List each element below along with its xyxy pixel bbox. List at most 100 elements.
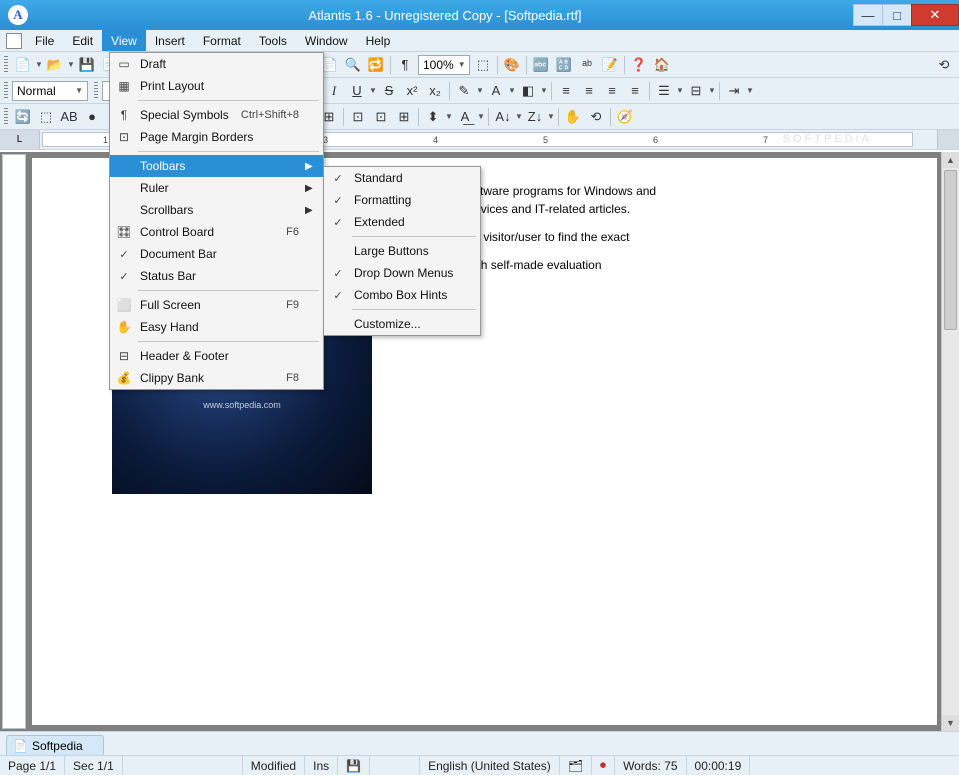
menu-file[interactable]: File bbox=[26, 30, 63, 51]
toolbar-button[interactable]: ⊡ bbox=[370, 106, 392, 128]
menu-window[interactable]: Window bbox=[296, 30, 357, 51]
toolbar-button[interactable]: 📄 bbox=[12, 54, 34, 76]
toolbar-button[interactable]: A bbox=[485, 80, 507, 102]
menu-item-full-screen[interactable]: ⬜Full ScreenF9 bbox=[110, 294, 323, 316]
toolbar-button[interactable]: ⇥ bbox=[723, 80, 745, 102]
toolbar-button[interactable]: 🔍 bbox=[342, 54, 364, 76]
dropdown-arrow-icon[interactable]: ▼ bbox=[708, 86, 716, 95]
toolbar-button[interactable]: ≡ bbox=[578, 80, 600, 102]
menu-edit[interactable]: Edit bbox=[63, 30, 102, 51]
menu-item-scrollbars[interactable]: Scrollbars▶ bbox=[110, 199, 323, 221]
toolbar-button[interactable]: ≡ bbox=[601, 80, 623, 102]
toolbar-button[interactable]: 📝 bbox=[599, 54, 621, 76]
underline-button[interactable]: U bbox=[346, 80, 368, 102]
toolbar-button[interactable]: Z↓ bbox=[524, 106, 546, 128]
grip-icon[interactable] bbox=[4, 82, 8, 100]
toolbar-button[interactable]: x₂ bbox=[424, 80, 446, 102]
toolbar-button[interactable]: ≡ bbox=[555, 80, 577, 102]
dropdown-arrow-icon[interactable]: ▼ bbox=[676, 86, 684, 95]
menu-item-toolbars[interactable]: Toolbars▶ bbox=[110, 155, 323, 177]
toolbar-button[interactable]: AB bbox=[58, 106, 80, 128]
scroll-thumb[interactable] bbox=[944, 170, 957, 330]
menu-insert[interactable]: Insert bbox=[146, 30, 194, 51]
style-combo[interactable]: Normal▼ bbox=[12, 81, 88, 101]
menu-item-ruler[interactable]: Ruler▶ bbox=[110, 177, 323, 199]
dropdown-arrow-icon[interactable]: ▼ bbox=[746, 86, 754, 95]
status-tool-icon[interactable]: 🗂 bbox=[560, 756, 592, 775]
italic-button[interactable]: I bbox=[323, 80, 345, 102]
submenu-item-combo-box-hints[interactable]: Combo Box Hints bbox=[324, 284, 480, 306]
toolbar-button[interactable]: 🔄 bbox=[12, 106, 34, 128]
menu-view[interactable]: View bbox=[102, 30, 146, 51]
toolbar-button[interactable]: ⟲ bbox=[585, 106, 607, 128]
menu-item-control-board[interactable]: 🎛Control BoardF6 bbox=[110, 221, 323, 243]
menu-item-special-symbols[interactable]: ¶Special SymbolsCtrl+Shift+8 bbox=[110, 104, 323, 126]
menu-item-header-footer[interactable]: ⊟Header & Footer bbox=[110, 345, 323, 367]
toolbar-button[interactable]: 🔠 bbox=[553, 54, 575, 76]
toolbar-button[interactable]: 🏠 bbox=[651, 54, 673, 76]
toolbar-button[interactable]: 🔁 bbox=[365, 54, 387, 76]
zoom-combo[interactable]: 100%▼ bbox=[418, 55, 470, 75]
dropdown-arrow-icon[interactable]: ▼ bbox=[508, 86, 516, 95]
maximize-button[interactable]: □ bbox=[882, 4, 912, 26]
dropdown-arrow-icon[interactable]: ▼ bbox=[477, 112, 485, 121]
dropdown-arrow-icon[interactable]: ▼ bbox=[369, 86, 377, 95]
toolbar-button[interactable]: ⊟ bbox=[685, 80, 707, 102]
vertical-scrollbar[interactable]: ▲ ▼ bbox=[941, 152, 959, 731]
toolbar-button[interactable]: ⬚ bbox=[472, 54, 494, 76]
menu-item-print-layout[interactable]: ▦Print Layout bbox=[110, 75, 323, 97]
toolbar-button[interactable]: ⬍ bbox=[422, 106, 444, 128]
menu-item-page-margin-borders[interactable]: ⊡Page Margin Borders bbox=[110, 126, 323, 148]
record-icon[interactable]: ⏺ bbox=[592, 756, 615, 775]
dropdown-arrow-icon[interactable]: ▼ bbox=[547, 112, 555, 121]
save-icon[interactable]: 💾 bbox=[338, 756, 370, 775]
toolbar-button[interactable]: ● bbox=[81, 106, 103, 128]
toolbar-button[interactable]: x² bbox=[401, 80, 423, 102]
toolbar-button[interactable]: ¶ bbox=[394, 54, 416, 76]
document-tab[interactable]: 📄 Softpedia bbox=[6, 735, 104, 755]
submenu-item-standard[interactable]: Standard bbox=[324, 167, 480, 189]
menu-item-easy-hand[interactable]: ✋Easy Hand bbox=[110, 316, 323, 338]
scroll-up-icon[interactable]: ▲ bbox=[942, 152, 959, 168]
toolbar-button[interactable]: A͟ bbox=[454, 106, 476, 128]
menu-item-clippy-bank[interactable]: 💰Clippy BankF8 bbox=[110, 367, 323, 389]
toolbar-button[interactable]: ✋ bbox=[562, 106, 584, 128]
toolbar-button[interactable]: ◧ bbox=[517, 80, 539, 102]
close-button[interactable]: ✕ bbox=[911, 4, 959, 26]
menu-item-document-bar[interactable]: Document Bar bbox=[110, 243, 323, 265]
status-language[interactable]: English (United States) bbox=[420, 756, 560, 775]
menu-help[interactable]: Help bbox=[357, 30, 400, 51]
submenu-item-drop-down-menus[interactable]: Drop Down Menus bbox=[324, 262, 480, 284]
overflow-icon[interactable]: ⟲ bbox=[933, 54, 955, 76]
toolbar-button[interactable]: A↓ bbox=[492, 106, 514, 128]
dropdown-arrow-icon[interactable]: ▼ bbox=[445, 112, 453, 121]
toolbar-button[interactable]: 📂 bbox=[44, 54, 66, 76]
submenu-item-large-buttons[interactable]: Large Buttons bbox=[324, 240, 480, 262]
strike-button[interactable]: S bbox=[378, 80, 400, 102]
toolbar-button[interactable]: ᵃᵇ bbox=[576, 54, 598, 76]
dropdown-arrow-icon[interactable]: ▼ bbox=[35, 60, 43, 69]
dropdown-arrow-icon[interactable]: ▼ bbox=[515, 112, 523, 121]
submenu-item-customize-[interactable]: Customize... bbox=[324, 313, 480, 335]
dropdown-arrow-icon[interactable]: ▼ bbox=[540, 86, 548, 95]
menu-item-status-bar[interactable]: Status Bar bbox=[110, 265, 323, 287]
dropdown-arrow-icon[interactable]: ▼ bbox=[476, 86, 484, 95]
toolbar-button[interactable]: ≡ bbox=[624, 80, 646, 102]
dropdown-arrow-icon[interactable]: ▼ bbox=[67, 60, 75, 69]
toolbar-button[interactable]: 🎨 bbox=[501, 54, 523, 76]
grip-icon[interactable] bbox=[4, 108, 8, 126]
toolbar-button[interactable]: ⬚ bbox=[35, 106, 57, 128]
toolbar-button[interactable]: ⊡ bbox=[347, 106, 369, 128]
grip-icon[interactable] bbox=[4, 56, 8, 74]
toolbar-button[interactable]: ⊞ bbox=[393, 106, 415, 128]
minimize-button[interactable]: — bbox=[853, 4, 883, 26]
toolbar-button[interactable]: ☰ bbox=[653, 80, 675, 102]
menu-item-draft[interactable]: ▭Draft bbox=[110, 53, 323, 75]
toolbar-button[interactable]: 💾 bbox=[76, 54, 98, 76]
scroll-down-icon[interactable]: ▼ bbox=[942, 715, 959, 731]
vertical-ruler[interactable] bbox=[2, 154, 26, 729]
toolbar-button[interactable]: 🧭 bbox=[614, 106, 636, 128]
status-insert-mode[interactable]: Ins bbox=[305, 756, 338, 775]
menu-format[interactable]: Format bbox=[194, 30, 250, 51]
toolbar-button[interactable]: ✎ bbox=[453, 80, 475, 102]
